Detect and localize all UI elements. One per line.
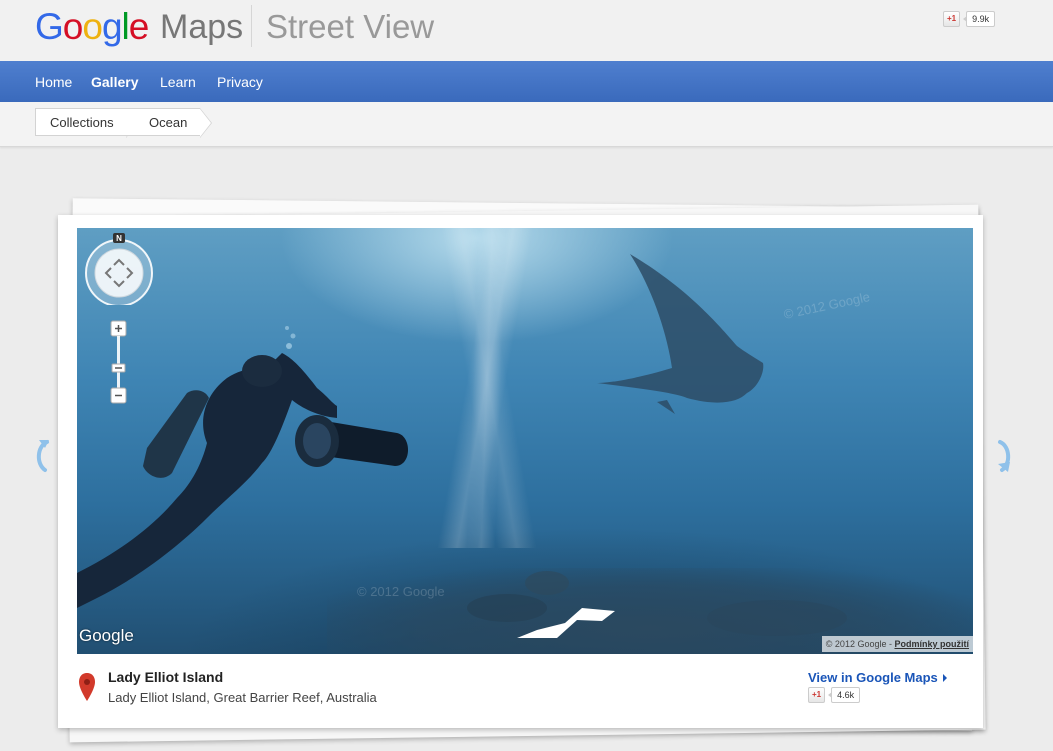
view-in-google-maps-link[interactable]: View in Google Maps: [808, 670, 947, 685]
logo-letter: o: [82, 6, 103, 47]
main-nav: Home Gallery Learn Privacy: [0, 61, 1053, 103]
google-watermark: Google: [79, 626, 134, 645]
manta-ray: [597, 254, 764, 403]
nav-privacy[interactable]: Privacy: [217, 74, 263, 90]
logo-letter: o: [62, 6, 84, 47]
breadcrumb-collections[interactable]: Collections: [35, 108, 127, 136]
nav-gallery[interactable]: Gallery: [91, 74, 138, 90]
view-in-google-maps-label: View in Google Maps: [808, 670, 938, 685]
logo-letter: G: [35, 6, 64, 47]
logo-letter: e: [128, 6, 150, 47]
location-subtitle: Lady Elliot Island, Great Barrier Reef, …: [108, 690, 377, 705]
breadcrumb: Collections Ocean: [0, 102, 1053, 147]
plusone-button[interactable]: +1: [808, 687, 826, 703]
next-arrow-icon[interactable]: [996, 438, 1014, 474]
header: Google Maps Street View +1 9.9k: [0, 0, 1053, 61]
header-divider: [251, 5, 252, 47]
underwater-scene: [77, 254, 847, 638]
google-logo[interactable]: Google: [35, 6, 150, 50]
compass-north-label: N: [116, 234, 122, 243]
logo-letter: g: [101, 6, 123, 47]
nav-home[interactable]: Home: [35, 74, 72, 90]
terms-link[interactable]: Podmínky použití: [894, 639, 969, 649]
caption-plusone-widget: +1 4.6k: [808, 687, 861, 703]
maps-label: Maps: [160, 8, 244, 46]
product-title: Street View: [266, 8, 435, 45]
plusone-button[interactable]: +1: [943, 11, 961, 27]
zoom-control[interactable]: [110, 320, 128, 406]
location-pin-icon: [79, 673, 95, 701]
location-title: Lady Elliot Island: [108, 669, 224, 685]
plusone-widget: +1 9.9k: [943, 11, 996, 27]
plusone-count: 9.9k: [963, 11, 996, 27]
faint-watermark: © 2012 Google: [357, 584, 445, 599]
logo-letter: l: [121, 6, 130, 47]
nav-learn[interactable]: Learn: [160, 74, 196, 90]
chevron-right-icon: [942, 674, 947, 682]
previous-arrow-icon[interactable]: [33, 438, 51, 474]
copyright-bar: © 2012 Google - Podmínky použití: [821, 636, 973, 652]
copyright-text: © 2012 Google -: [825, 639, 895, 649]
pan-control[interactable]: N: [83, 233, 155, 305]
street-view-panorama[interactable]: © 2012 Google © 2012 Google N Google © 2…: [77, 228, 973, 654]
plusone-count: 4.6k: [828, 687, 861, 703]
breadcrumb-ocean[interactable]: Ocean: [126, 108, 200, 136]
